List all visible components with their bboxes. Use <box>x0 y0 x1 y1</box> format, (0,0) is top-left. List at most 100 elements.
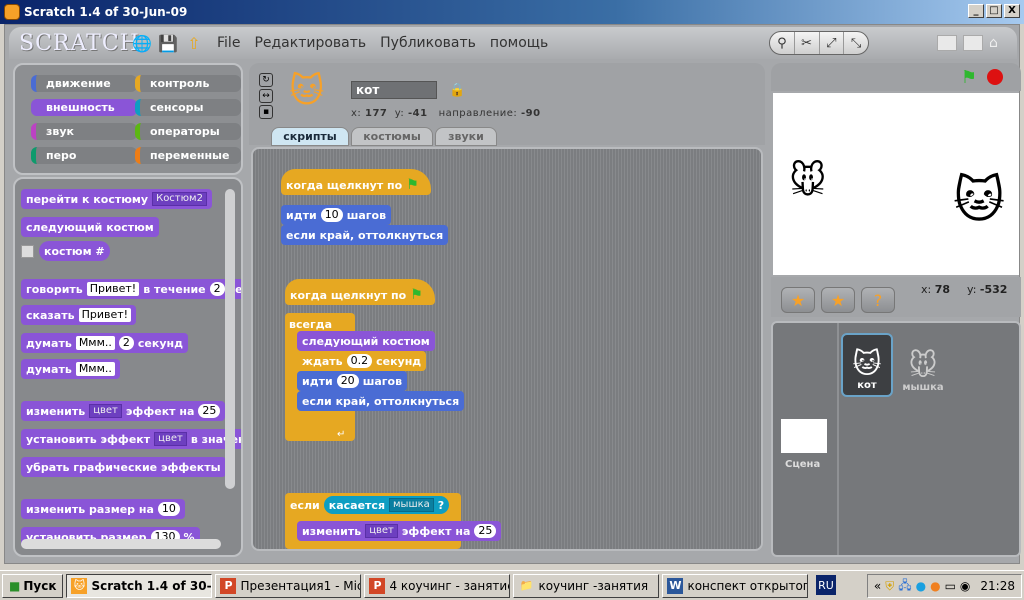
no-rotate-icon[interactable]: ▪ <box>259 105 273 119</box>
close-button[interactable]: X <box>1004 4 1020 18</box>
save-icon[interactable]: 💾 <box>158 34 178 53</box>
stage[interactable]: 🐭 🐱 <box>773 93 1019 275</box>
taskbar-item[interactable]: 🐱Scratch 1.4 of 30-J... <box>66 573 213 598</box>
network-icon[interactable]: 🖧 <box>898 576 911 597</box>
window-title: Scratch 1.4 of 30-Jun-09 <box>24 5 188 19</box>
flip-style-icon[interactable]: ↔ <box>259 89 273 103</box>
hat-when-flag-clicked[interactable]: когда щелкнут по ⚑ <box>281 169 431 195</box>
globe-icon[interactable]: 🌐 <box>132 34 152 53</box>
volume-icon[interactable]: ◉ <box>960 579 970 593</box>
category-motion[interactable]: движение <box>31 75 137 92</box>
block-move[interactable]: идти 20 шагов <box>297 371 408 391</box>
taskbar-item[interactable]: Wконспект открытого ... <box>662 573 809 598</box>
grow-icon[interactable]: ⤢ <box>820 32 845 54</box>
block-say[interactable]: сказать Привет! <box>21 305 137 325</box>
scratch-cat-icon <box>4 4 20 20</box>
block-think-for-secs[interactable]: думать Ммм.. 2 секунд <box>21 333 189 353</box>
block-bounce[interactable]: если край, оттолкнуться <box>281 225 449 245</box>
scratch-logo: SCRATCH <box>19 30 140 56</box>
normal-layout-button[interactable] <box>937 35 957 51</box>
maximize-button[interactable]: □ <box>986 4 1002 18</box>
block-costume-number[interactable]: костюм # <box>39 241 110 261</box>
green-flag-icon: ⚑ <box>410 287 423 303</box>
block-move[interactable]: идти 10 шагов <box>281 205 392 225</box>
stop-button[interactable] <box>987 69 1003 85</box>
sprite-tools: ⚲ ✂ ⤢ ⤡ <box>769 31 869 55</box>
blocks-palette: перейти к костюму Костюм2 следующий костю… <box>13 177 243 557</box>
stamp-icon[interactable]: ⚲ <box>770 32 795 54</box>
mouse-y: y: -532 <box>967 283 1008 296</box>
block-next-costume[interactable]: следующий костюм <box>297 331 435 351</box>
cat-sprite[interactable]: 🐱 <box>953 171 1005 229</box>
lock-icon[interactable]: 🔒 <box>449 83 465 98</box>
category-variables[interactable]: переменные <box>135 147 241 164</box>
tab-scripts[interactable]: скрипты <box>271 127 349 146</box>
sprite-thumb-cat[interactable]: 🐱 кот <box>841 333 893 397</box>
tab-costumes[interactable]: костюмы <box>351 127 433 146</box>
sprite-coords: x: 177 y: -41 направление: -90 <box>351 108 541 119</box>
monitor-icon[interactable]: ▭ <box>945 579 956 593</box>
menu-share[interactable]: Публиковать <box>380 35 476 51</box>
taskbar-item[interactable]: PПрезентация1 - Micro... <box>215 573 362 598</box>
touching-block[interactable]: касается мышка? <box>323 496 450 514</box>
palette-vertical-scrollbar[interactable] <box>225 189 235 489</box>
stage-label: Сцена <box>785 459 821 470</box>
start-button[interactable]: ■ Пуск <box>2 573 64 598</box>
block-change-effect[interactable]: изменить цвет эффект на 25 <box>297 521 502 541</box>
menu-edit[interactable]: Редактировать <box>254 35 366 51</box>
menu-help[interactable]: помощь <box>490 35 548 51</box>
menu-file[interactable]: File <box>217 35 240 51</box>
category-sensing[interactable]: сенсоры <box>135 99 241 116</box>
tab-sounds[interactable]: звуки <box>435 127 497 146</box>
presentation-mode-button[interactable]: ⌂ <box>989 35 1009 51</box>
mouse-x: x: 78 <box>921 283 951 296</box>
scripts-area[interactable]: когда щелкнут по ⚑ идти 10 шагов если край,… <box>251 147 763 551</box>
block-clear-effects[interactable]: убрать графические эффекты <box>21 457 226 477</box>
category-pen[interactable]: перо <box>31 147 137 164</box>
palette-horizontal-scrollbar[interactable] <box>21 539 221 549</box>
random-sprite-button[interactable]: ? <box>861 287 895 313</box>
app-tray-icon[interactable]: ● <box>916 579 926 593</box>
block-change-size[interactable]: изменить размер на 10 <box>21 499 185 519</box>
paint-new-sprite-button[interactable]: ★ <box>781 287 815 313</box>
minimize-button[interactable]: _ <box>968 4 984 18</box>
loop-arrow-icon: ↵ <box>337 429 346 440</box>
sprite-thumbnail-cat: 🐱 <box>289 71 325 111</box>
green-flag-button[interactable]: ⚑ <box>961 67 977 88</box>
sprite-list: 🐱 кот 🐭 мышка Сцена <box>771 321 1021 557</box>
security-shield-icon[interactable]: ⛨ <box>885 579 894 594</box>
block-think[interactable]: думать Ммм.. <box>21 359 120 379</box>
block-switch-costume[interactable]: перейти к костюму Костюм2 <box>21 189 212 209</box>
block-bounce[interactable]: если край, оттолкнуться <box>297 391 465 411</box>
stage-thumbnail[interactable] <box>781 419 827 453</box>
block-set-effect[interactable]: установить эффектцветв значение <box>21 429 241 449</box>
taskbar-item[interactable]: P4 коучинг - занятие ... <box>364 573 511 598</box>
small-stage-button[interactable] <box>963 35 983 51</box>
category-control[interactable]: контроль <box>135 75 241 92</box>
sprite-thumb-mouse[interactable]: 🐭 мышка <box>897 333 949 397</box>
block-change-effect[interactable]: изменить цвет эффект на 25 <box>21 401 226 421</box>
costume-number-checkbox[interactable] <box>21 245 34 258</box>
app-tray-icon-2[interactable]: ● <box>930 579 940 593</box>
sprite-name-field[interactable]: кот <box>351 81 437 99</box>
expand-tray-icon[interactable]: « <box>874 579 881 593</box>
shrink-icon[interactable]: ⤡ <box>844 32 868 54</box>
choose-sprite-button[interactable]: ★ <box>821 287 855 313</box>
category-looks[interactable]: внешность <box>31 99 137 116</box>
category-operators[interactable]: операторы <box>135 123 241 140</box>
category-sound[interactable]: звук <box>31 123 137 140</box>
block-next-costume[interactable]: следующий костюм <box>21 217 159 237</box>
rotate-style-icon[interactable]: ↻ <box>259 73 273 87</box>
if-label: если касается мышка? <box>285 495 455 515</box>
title-bar: Scratch 1.4 of 30-Jun-09 _ □ X <box>0 0 1024 24</box>
share-icon[interactable]: ⇧ <box>185 34 203 53</box>
block-say-for-secs[interactable]: говоритьПривет!в течение2секунд <box>21 279 241 299</box>
block-wait[interactable]: ждать 0.2 секунд <box>297 351 427 371</box>
costume-dropdown[interactable]: Костюм2 <box>152 192 207 206</box>
language-indicator[interactable]: RU <box>816 575 836 595</box>
hat-when-flag-clicked-2[interactable]: когда щелкнут по ⚑ <box>285 279 435 305</box>
mouse-sprite[interactable]: 🐭 <box>789 161 827 202</box>
taskbar-item[interactable]: 📁 коучинг -занятия <box>513 573 660 598</box>
scissors-icon[interactable]: ✂ <box>795 32 820 54</box>
menu-bar: SCRATCH 🌐 💾 ⇧ File Редактировать Публико… <box>9 27 1017 59</box>
